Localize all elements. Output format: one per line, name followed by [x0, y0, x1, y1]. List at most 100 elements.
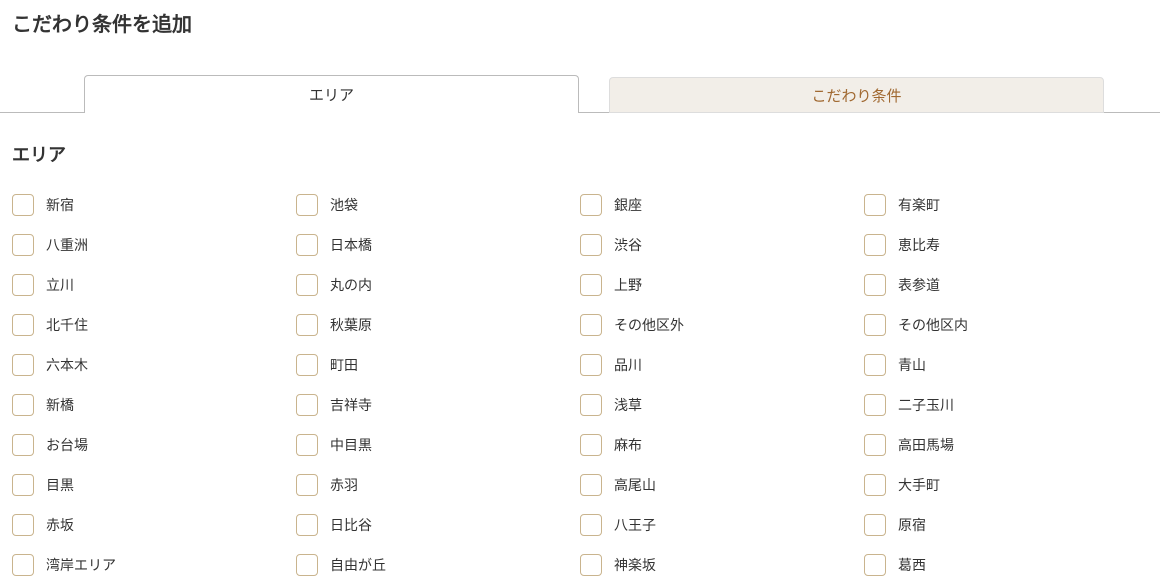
area-checkbox-item[interactable]: 八王子 — [580, 505, 864, 545]
checkbox-box[interactable] — [864, 194, 886, 216]
area-checkbox-item[interactable]: 銀座 — [580, 185, 864, 225]
checkbox-box[interactable] — [864, 314, 886, 336]
area-checkbox-item[interactable]: 北千住 — [12, 305, 296, 345]
checkbox-box[interactable] — [580, 434, 602, 456]
checkbox-box[interactable] — [12, 554, 34, 576]
checkbox-box[interactable] — [296, 474, 318, 496]
tab-conditions[interactable]: こだわり条件 — [609, 77, 1104, 113]
checkbox-box[interactable] — [12, 514, 34, 536]
area-checkbox-item[interactable]: 立川 — [12, 265, 296, 305]
checkbox-box[interactable] — [864, 554, 886, 576]
area-checkbox-item[interactable]: 上野 — [580, 265, 864, 305]
checkbox-label: 自由が丘 — [330, 555, 386, 575]
checkbox-box[interactable] — [12, 354, 34, 376]
area-checkbox-item[interactable]: 大手町 — [864, 465, 1148, 505]
area-checkbox-item[interactable]: 浅草 — [580, 385, 864, 425]
checkbox-box[interactable] — [580, 474, 602, 496]
section-heading: エリア — [12, 141, 1148, 167]
checkbox-box[interactable] — [864, 274, 886, 296]
checkbox-box[interactable] — [580, 234, 602, 256]
checkbox-box[interactable] — [296, 314, 318, 336]
checkbox-box[interactable] — [580, 314, 602, 336]
checkbox-label: 新橋 — [46, 395, 74, 415]
checkbox-box[interactable] — [296, 274, 318, 296]
area-checkbox-item[interactable]: 葛西 — [864, 545, 1148, 585]
checkbox-box[interactable] — [12, 434, 34, 456]
checkbox-label: 銀座 — [614, 195, 642, 215]
area-checkbox-item[interactable]: 吉祥寺 — [296, 385, 580, 425]
checkbox-box[interactable] — [12, 194, 34, 216]
area-checkbox-item[interactable]: 麻布 — [580, 425, 864, 465]
area-checkbox-item[interactable]: 有楽町 — [864, 185, 1148, 225]
area-checkbox-item[interactable]: 恵比寿 — [864, 225, 1148, 265]
area-checkbox-item[interactable]: 高尾山 — [580, 465, 864, 505]
checkbox-box[interactable] — [580, 514, 602, 536]
area-checkbox-item[interactable]: 六本木 — [12, 345, 296, 385]
area-checkbox-item[interactable]: 神楽坂 — [580, 545, 864, 585]
checkbox-box[interactable] — [296, 554, 318, 576]
area-checkbox-item[interactable]: 高田馬場 — [864, 425, 1148, 465]
checkbox-box[interactable] — [296, 354, 318, 376]
checkbox-box[interactable] — [580, 354, 602, 376]
checkbox-box[interactable] — [12, 274, 34, 296]
tab-area-label: エリア — [309, 84, 354, 105]
checkbox-label: その他区内 — [898, 315, 968, 335]
area-checkbox-item[interactable]: 赤羽 — [296, 465, 580, 505]
checkbox-label: 日本橋 — [330, 235, 372, 255]
checkbox-box[interactable] — [12, 394, 34, 416]
area-checkbox-item[interactable]: 町田 — [296, 345, 580, 385]
area-checkbox-item[interactable]: その他区内 — [864, 305, 1148, 345]
checkbox-box[interactable] — [12, 474, 34, 496]
area-checkbox-item[interactable]: 赤坂 — [12, 505, 296, 545]
checkbox-label: 原宿 — [898, 515, 926, 535]
checkbox-box[interactable] — [580, 194, 602, 216]
area-checkbox-item[interactable]: 中目黒 — [296, 425, 580, 465]
checkbox-box[interactable] — [580, 394, 602, 416]
tab-area[interactable]: エリア — [84, 75, 579, 113]
checkbox-label: 上野 — [614, 275, 642, 295]
area-checkbox-item[interactable]: 表参道 — [864, 265, 1148, 305]
area-checkbox-item[interactable]: 池袋 — [296, 185, 580, 225]
checkbox-box[interactable] — [12, 314, 34, 336]
checkbox-label: 八重洲 — [46, 235, 88, 255]
checkbox-label: その他区外 — [614, 315, 684, 335]
checkbox-box[interactable] — [580, 554, 602, 576]
checkbox-box[interactable] — [580, 274, 602, 296]
area-checkbox-item[interactable]: 丸の内 — [296, 265, 580, 305]
checkbox-box[interactable] — [296, 394, 318, 416]
area-checkbox-item[interactable]: 日本橋 — [296, 225, 580, 265]
checkbox-box[interactable] — [864, 474, 886, 496]
area-checkbox-item[interactable]: お台場 — [12, 425, 296, 465]
area-checkbox-item[interactable]: 渋谷 — [580, 225, 864, 265]
checkbox-label: 葛西 — [898, 555, 926, 575]
area-checkbox-item[interactable]: 新橋 — [12, 385, 296, 425]
checkbox-label: 大手町 — [898, 475, 940, 495]
tab-divider — [0, 112, 84, 113]
checkbox-box[interactable] — [296, 194, 318, 216]
checkbox-box[interactable] — [864, 354, 886, 376]
checkbox-box[interactable] — [864, 434, 886, 456]
area-checkbox-item[interactable]: 日比谷 — [296, 505, 580, 545]
area-checkbox-item[interactable]: 目黒 — [12, 465, 296, 505]
checkbox-box[interactable] — [864, 234, 886, 256]
area-checkbox-item[interactable]: 原宿 — [864, 505, 1148, 545]
checkbox-box[interactable] — [864, 514, 886, 536]
area-checkbox-item[interactable]: 八重洲 — [12, 225, 296, 265]
area-checkbox-item[interactable]: 品川 — [580, 345, 864, 385]
area-checkbox-item[interactable]: 青山 — [864, 345, 1148, 385]
area-checkbox-item[interactable]: 新宿 — [12, 185, 296, 225]
checkbox-box[interactable] — [296, 234, 318, 256]
checkbox-box[interactable] — [12, 234, 34, 256]
area-checkbox-item[interactable]: その他区外 — [580, 305, 864, 345]
checkbox-box[interactable] — [296, 434, 318, 456]
area-checkbox-item[interactable]: 自由が丘 — [296, 545, 580, 585]
area-checkbox-item[interactable]: 二子玉川 — [864, 385, 1148, 425]
checkbox-box[interactable] — [864, 394, 886, 416]
tab-divider — [579, 112, 609, 113]
area-checkbox-item[interactable]: 秋葉原 — [296, 305, 580, 345]
checkbox-box[interactable] — [296, 514, 318, 536]
area-checkbox-item[interactable]: 湾岸エリア — [12, 545, 296, 585]
checkbox-label: 品川 — [614, 355, 642, 375]
checkbox-label: 神楽坂 — [614, 555, 656, 575]
checkbox-label: 赤羽 — [330, 475, 358, 495]
